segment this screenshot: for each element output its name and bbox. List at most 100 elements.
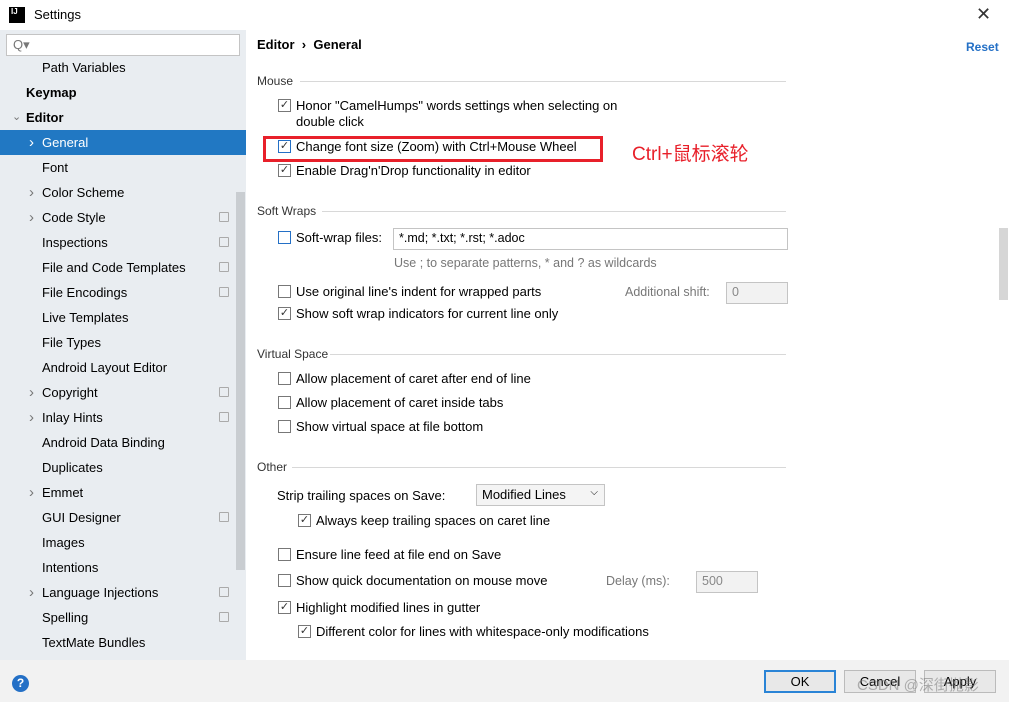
sidebar-item-label: Editor [26, 110, 64, 125]
sidebar-item-label: Font [42, 160, 69, 175]
drag-drop-checkbox[interactable]: ✓ Enable Drag'n'Drop functionality in edi… [278, 163, 531, 179]
sidebar-item[interactable]: File and Code Templates [0, 255, 246, 280]
sidebar-item-label: Inlay Hints [42, 410, 103, 425]
delay-label: Delay (ms): [606, 574, 670, 588]
line-feed-checkbox[interactable]: Ensure line feed at file end on Save [278, 547, 501, 563]
breadcrumb-parent[interactable]: Editor [257, 37, 295, 52]
chevron-right-icon[interactable]: › [29, 580, 34, 605]
project-scope-icon [219, 412, 229, 422]
whitespace-color-checkbox[interactable]: ✓ Different color for lines with whitespa… [298, 624, 649, 640]
sidebar-item-label: Live Templates [42, 310, 129, 325]
sidebar-item[interactable]: Font [0, 155, 246, 180]
sidebar-item[interactable]: Images [0, 530, 246, 555]
help-icon[interactable]: ? [12, 675, 29, 692]
sidebar-item[interactable]: File Encodings [0, 280, 246, 305]
soft-wrap-hint: Use ; to separate patterns, * and ? as w… [394, 256, 657, 270]
sidebar-item[interactable]: ⌄ Editor [0, 105, 246, 130]
additional-shift-label: Additional shift: [625, 285, 710, 299]
reset-link[interactable]: Reset [966, 40, 999, 54]
sidebar-item[interactable]: Live Templates [0, 305, 246, 330]
project-scope-icon [219, 212, 229, 222]
breadcrumb-current: General [313, 37, 362, 52]
keep-trailing-checkbox[interactable]: ✓ Always keep trailing spaces on caret li… [298, 513, 550, 529]
project-scope-icon [219, 237, 229, 247]
chevron-right-icon[interactable]: › [29, 205, 34, 230]
strip-dropdown[interactable]: Modified Lines ⌵ [476, 484, 605, 506]
section-soft-wraps: Soft Wraps [257, 204, 317, 218]
soft-wrap-files-input[interactable]: *.md; *.txt; *.rst; *.adoc [393, 228, 788, 250]
sidebar-item[interactable]: › Emmet [0, 480, 246, 505]
sidebar-item[interactable]: Inspections [0, 230, 246, 255]
sidebar-item[interactable]: GUI Designer [0, 505, 246, 530]
sidebar-item-label: Android Layout Editor [42, 360, 168, 375]
breadcrumb: Editor › General [257, 37, 362, 52]
original-indent-checkbox[interactable]: Use original line's indent for wrapped p… [278, 284, 541, 300]
breadcrumb-sep: › [301, 37, 307, 52]
virtual-bottom-checkbox[interactable]: Show virtual space at file bottom [278, 419, 483, 435]
chevron-right-icon[interactable]: › [29, 130, 34, 155]
sidebar-item-label: Path Variables [42, 60, 126, 75]
chevron-right-icon[interactable]: › [29, 405, 34, 430]
chevron-down-icon: ⌵ [590, 487, 598, 498]
chevron-right-icon[interactable]: › [29, 380, 34, 405]
project-scope-icon [219, 387, 229, 397]
sidebar-item[interactable]: › Code Style [0, 205, 246, 230]
sidebar-item[interactable]: Android Data Binding [0, 430, 246, 455]
divider [300, 81, 786, 82]
sidebar-item-label: Duplicates [42, 460, 103, 475]
sidebar-item-label: Images [42, 535, 85, 550]
sidebar-item[interactable]: › Color Scheme [0, 180, 246, 205]
annotation-text: Ctrl+鼠标滚轮 [632, 144, 749, 165]
sidebar-item[interactable]: File Types [0, 330, 246, 355]
wrap-indicators-checkbox[interactable]: ✓ Show soft wrap indicators for current l… [278, 306, 558, 322]
sidebar-item-label: General [42, 135, 89, 150]
sidebar-item[interactable]: › Inlay Hints [0, 405, 246, 430]
soft-wrap-checkbox[interactable]: Soft-wrap files: [278, 230, 382, 246]
sidebar-item-label: File and Code Templates [42, 260, 186, 275]
chevron-right-icon[interactable]: › [29, 480, 34, 505]
caret-inside-tabs-checkbox[interactable]: Allow placement of caret inside tabs [278, 395, 503, 411]
project-scope-icon [219, 612, 229, 622]
main-scrollbar[interactable] [999, 228, 1008, 300]
sidebar-item[interactable]: TextMate Bundles [0, 630, 246, 655]
sidebar-item[interactable]: Path Variables [0, 55, 246, 80]
camelhumps-checkbox[interactable]: ✓ Honor "CamelHumps" words settings when … [278, 98, 617, 130]
sidebar-item-label: Code Style [42, 210, 106, 225]
divider [330, 354, 786, 355]
highlight-modified-checkbox[interactable]: ✓ Highlight modified lines in gutter [278, 600, 480, 616]
project-scope-icon [219, 512, 229, 522]
project-scope-icon [219, 287, 229, 297]
app-logo: IJ [9, 7, 25, 23]
sidebar-item[interactable]: Spelling [0, 605, 246, 630]
ok-button[interactable]: OK [764, 670, 836, 693]
sidebar-item[interactable]: Android Layout Editor [0, 355, 246, 380]
dialog-footer: ? OK Cancel Apply CSDN @深街抛影 [0, 660, 1009, 702]
window-title: Settings [34, 7, 81, 22]
search-input[interactable]: Q▾ [6, 34, 240, 56]
sidebar-item-label: Keymap [26, 85, 77, 100]
sidebar-scrollbar[interactable] [236, 192, 245, 570]
project-scope-icon [219, 262, 229, 272]
divider [322, 211, 786, 212]
sidebar-item[interactable]: Keymap [0, 80, 246, 105]
sidebar-item[interactable]: › General [0, 130, 246, 155]
chevron-right-icon[interactable]: › [29, 180, 34, 205]
sidebar-item[interactable]: › Language Injections [0, 580, 246, 605]
chevron-down-icon[interactable]: ⌄ [12, 105, 21, 130]
sidebar-item-label: GUI Designer [42, 510, 121, 525]
caret-after-end-checkbox[interactable]: Allow placement of caret after end of li… [278, 371, 531, 387]
highlight-annotation-box [263, 136, 603, 162]
sidebar-item[interactable]: › Copyright [0, 380, 246, 405]
section-mouse: Mouse [257, 74, 294, 88]
section-virtual-space: Virtual Space [257, 347, 329, 361]
sidebar-item-label: Inspections [42, 235, 108, 250]
close-icon[interactable]: ✕ [976, 4, 991, 25]
settings-panel: Editor › General Reset Mouse ✓ Honor "Cam… [247, 30, 1009, 660]
sidebar-item[interactable]: Intentions [0, 555, 246, 580]
quick-doc-checkbox[interactable]: Show quick documentation on mouse move [278, 573, 547, 589]
delay-input[interactable]: 500 [696, 571, 758, 593]
strip-label: Strip trailing spaces on Save: [277, 488, 446, 503]
sidebar-item[interactable]: Duplicates [0, 455, 246, 480]
sidebar-item-label: Color Scheme [42, 185, 125, 200]
additional-shift-input[interactable]: 0 [726, 282, 788, 304]
